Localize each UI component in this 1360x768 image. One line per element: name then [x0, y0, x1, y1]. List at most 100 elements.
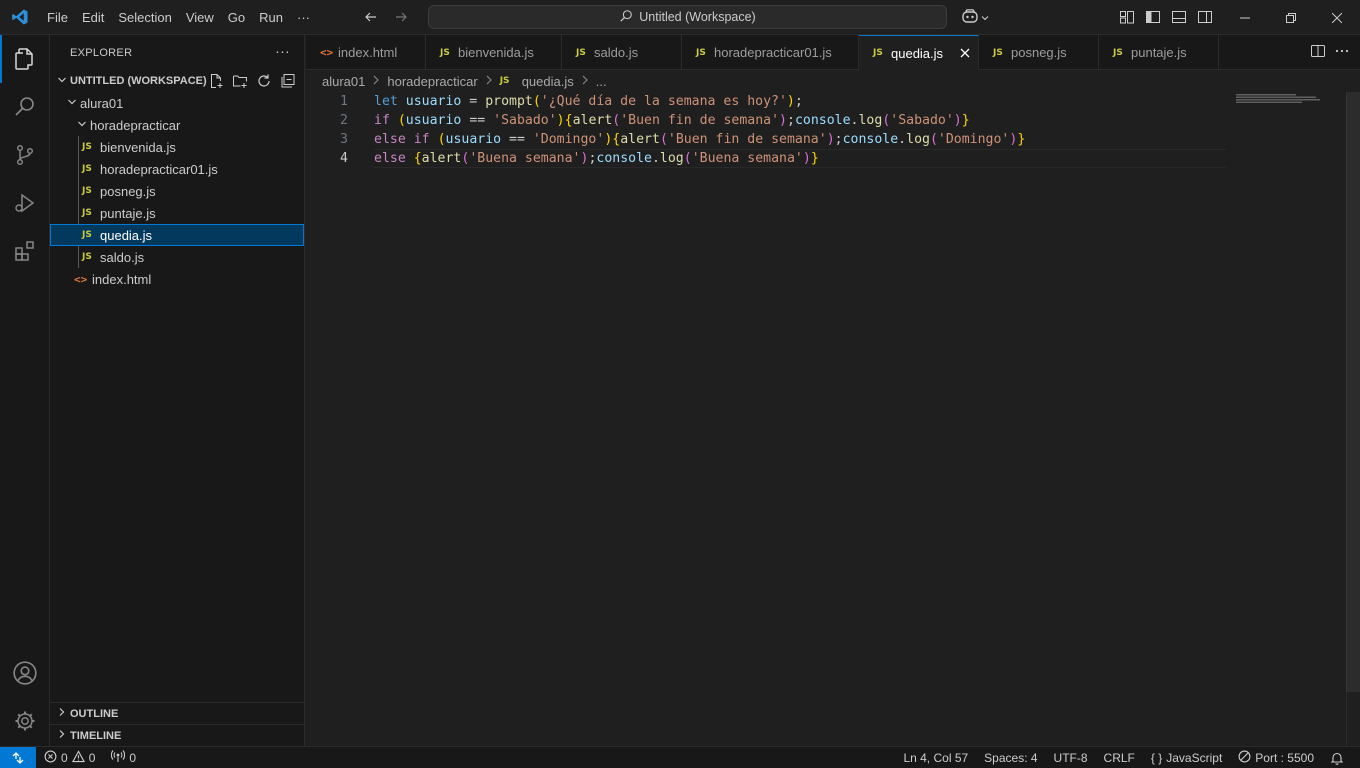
run-and-debug-icon[interactable]	[0, 179, 50, 227]
breadcrumb-item[interactable]: alura01	[322, 74, 365, 89]
workspace-header[interactable]: UNTITLED (WORKSPACE)	[50, 70, 304, 92]
more-actions-icon[interactable]	[1334, 43, 1350, 62]
code-token: {	[413, 151, 422, 166]
ports-count: 0	[129, 750, 137, 765]
split-editor-icon[interactable]	[1310, 43, 1326, 62]
settings-gear-icon[interactable]	[0, 697, 50, 745]
code-line[interactable]: 4 else {alert('Buena semana');console.lo…	[306, 149, 819, 168]
code-line[interactable]: 1 let usuario = prompt('¿Qué día de la s…	[306, 92, 803, 111]
code-token: }	[961, 113, 970, 128]
end-of-line[interactable]: CRLF	[1096, 747, 1143, 768]
tab-posneg[interactable]: JS posneg.js	[979, 35, 1099, 70]
code-line[interactable]: 3 else if (usuario == 'Domingo'){alert('…	[306, 130, 1025, 149]
menu-file[interactable]: File	[40, 0, 75, 35]
outline-section[interactable]: OUTLINE	[50, 702, 304, 724]
tab-label: horadepracticar01.js	[714, 45, 832, 60]
tree-file-index-html[interactable]: <> index.html	[50, 268, 304, 290]
tree-file-posneg[interactable]: JS posneg.js	[50, 180, 304, 202]
restore-icon[interactable]	[1268, 0, 1314, 35]
minimap[interactable]	[1236, 92, 1346, 103]
minimize-icon[interactable]	[1222, 0, 1268, 35]
js-file-icon: JS	[576, 47, 586, 58]
code-token: console	[596, 151, 652, 166]
copilot-icon	[961, 8, 979, 27]
cursor-position[interactable]: Ln 4, Col 57	[895, 747, 976, 768]
tree-file-horadepracticar01[interactable]: JS horadepracticar01.js	[50, 158, 304, 180]
warning-icon	[71, 749, 85, 766]
collapse-all-icon[interactable]	[278, 71, 298, 91]
copilot-button[interactable]	[958, 6, 992, 28]
tree-file-quedia[interactable]: JS quedia.js	[50, 224, 304, 246]
menu-go[interactable]: Go	[221, 0, 252, 35]
language-mode[interactable]: { } JavaScript	[1143, 747, 1230, 768]
explorer-more-button[interactable]: ···	[275, 43, 290, 59]
tab-horadepracticar01[interactable]: JS horadepracticar01.js	[682, 35, 859, 70]
code-token: 'Buen fin de semana'	[667, 132, 827, 147]
ports-indicator[interactable]: 0	[103, 747, 144, 768]
code-token: 'Sabado'	[890, 113, 954, 128]
command-center-search[interactable]: Untitled (Workspace)	[428, 5, 947, 29]
scrollbar-thumb[interactable]	[1346, 92, 1360, 692]
tab-label: puntaje.js	[1131, 45, 1187, 60]
tree-folder-horadepracticar[interactable]: horadepracticar	[50, 114, 304, 136]
code-token: if	[374, 113, 390, 128]
code-token: usuario	[405, 113, 462, 128]
new-folder-icon[interactable]	[230, 71, 250, 91]
code-token: prompt	[485, 94, 533, 109]
breadcrumb-item[interactable]: horadepracticar	[387, 74, 477, 89]
breadcrumb-item[interactable]: ...	[596, 74, 607, 89]
tree-file-bienvenida[interactable]: JS bienvenida.js	[50, 136, 304, 158]
explorer-title: EXPLORER	[70, 46, 133, 59]
back-arrow-icon[interactable]	[359, 5, 383, 29]
html-file-icon: <>	[320, 46, 334, 59]
source-control-icon[interactable]	[0, 131, 50, 179]
code-editor[interactable]: 1 let usuario = prompt('¿Qué día de la s…	[306, 92, 1360, 746]
live-server-port[interactable]: Port : 5500	[1230, 747, 1322, 768]
close-tab-icon[interactable]	[960, 45, 970, 61]
new-file-icon[interactable]	[206, 71, 226, 91]
tab-quedia[interactable]: JS quedia.js	[859, 35, 979, 70]
problems-indicator[interactable]: 0 0	[36, 747, 103, 768]
account-icon[interactable]	[0, 649, 50, 697]
tree-folder-alura01[interactable]: alura01	[50, 92, 304, 114]
encoding[interactable]: UTF-8	[1046, 747, 1096, 768]
notifications-bell-icon[interactable]	[1322, 747, 1352, 768]
toggle-secondary-sidebar-icon[interactable]	[1194, 6, 1216, 28]
code-token: 'Buen fin de semana'	[620, 113, 780, 128]
tab-index-html[interactable]: <> index.html	[306, 35, 426, 70]
tab-bienvenida[interactable]: JS bienvenida.js	[426, 35, 562, 70]
explorer-icon[interactable]	[0, 35, 50, 83]
forward-arrow-icon[interactable]	[389, 5, 413, 29]
vertical-scrollbar[interactable]	[1346, 92, 1360, 746]
remote-indicator-icon[interactable]	[0, 746, 36, 768]
tab-puntaje[interactable]: JS puntaje.js	[1099, 35, 1219, 70]
indentation[interactable]: Spaces: 4	[976, 747, 1045, 768]
menu-view[interactable]: View	[179, 0, 221, 35]
code-token: (	[683, 151, 692, 166]
menu-selection[interactable]: Selection	[111, 0, 178, 35]
chevron-right-icon	[482, 74, 496, 88]
toggle-primary-sidebar-icon[interactable]	[1142, 6, 1164, 28]
timeline-section[interactable]: TIMELINE	[50, 724, 304, 746]
tab-saldo[interactable]: JS saldo.js	[562, 35, 682, 70]
menu-more[interactable]: ···	[290, 0, 317, 35]
line-number: 1	[340, 94, 348, 109]
tree-file-label: bienvenida.js	[100, 139, 176, 155]
indent-guide	[78, 202, 79, 224]
toggle-panel-icon[interactable]	[1168, 6, 1190, 28]
menu-run[interactable]: Run	[252, 0, 290, 35]
close-window-icon[interactable]	[1314, 0, 1360, 35]
broadcast-icon	[111, 749, 126, 766]
code-line[interactable]: 2 if (usuario == 'Sabado'){alert('Buen f…	[306, 111, 970, 130]
menu-edit[interactable]: Edit	[75, 0, 111, 35]
search-icon[interactable]	[0, 83, 50, 131]
customize-layout-icon[interactable]	[1116, 6, 1138, 28]
tree-file-saldo[interactable]: JS saldo.js	[50, 246, 304, 268]
breadcrumb-item[interactable]: quedia.js	[522, 74, 574, 89]
refresh-icon[interactable]	[254, 71, 274, 91]
extensions-icon[interactable]	[0, 227, 50, 275]
code-text: let usuario = prompt('¿Qué día de la sem…	[374, 92, 803, 111]
tree-file-puntaje[interactable]: JS puntaje.js	[50, 202, 304, 224]
block-icon	[1238, 750, 1251, 766]
code-token: 'Domingo'	[937, 132, 1010, 147]
